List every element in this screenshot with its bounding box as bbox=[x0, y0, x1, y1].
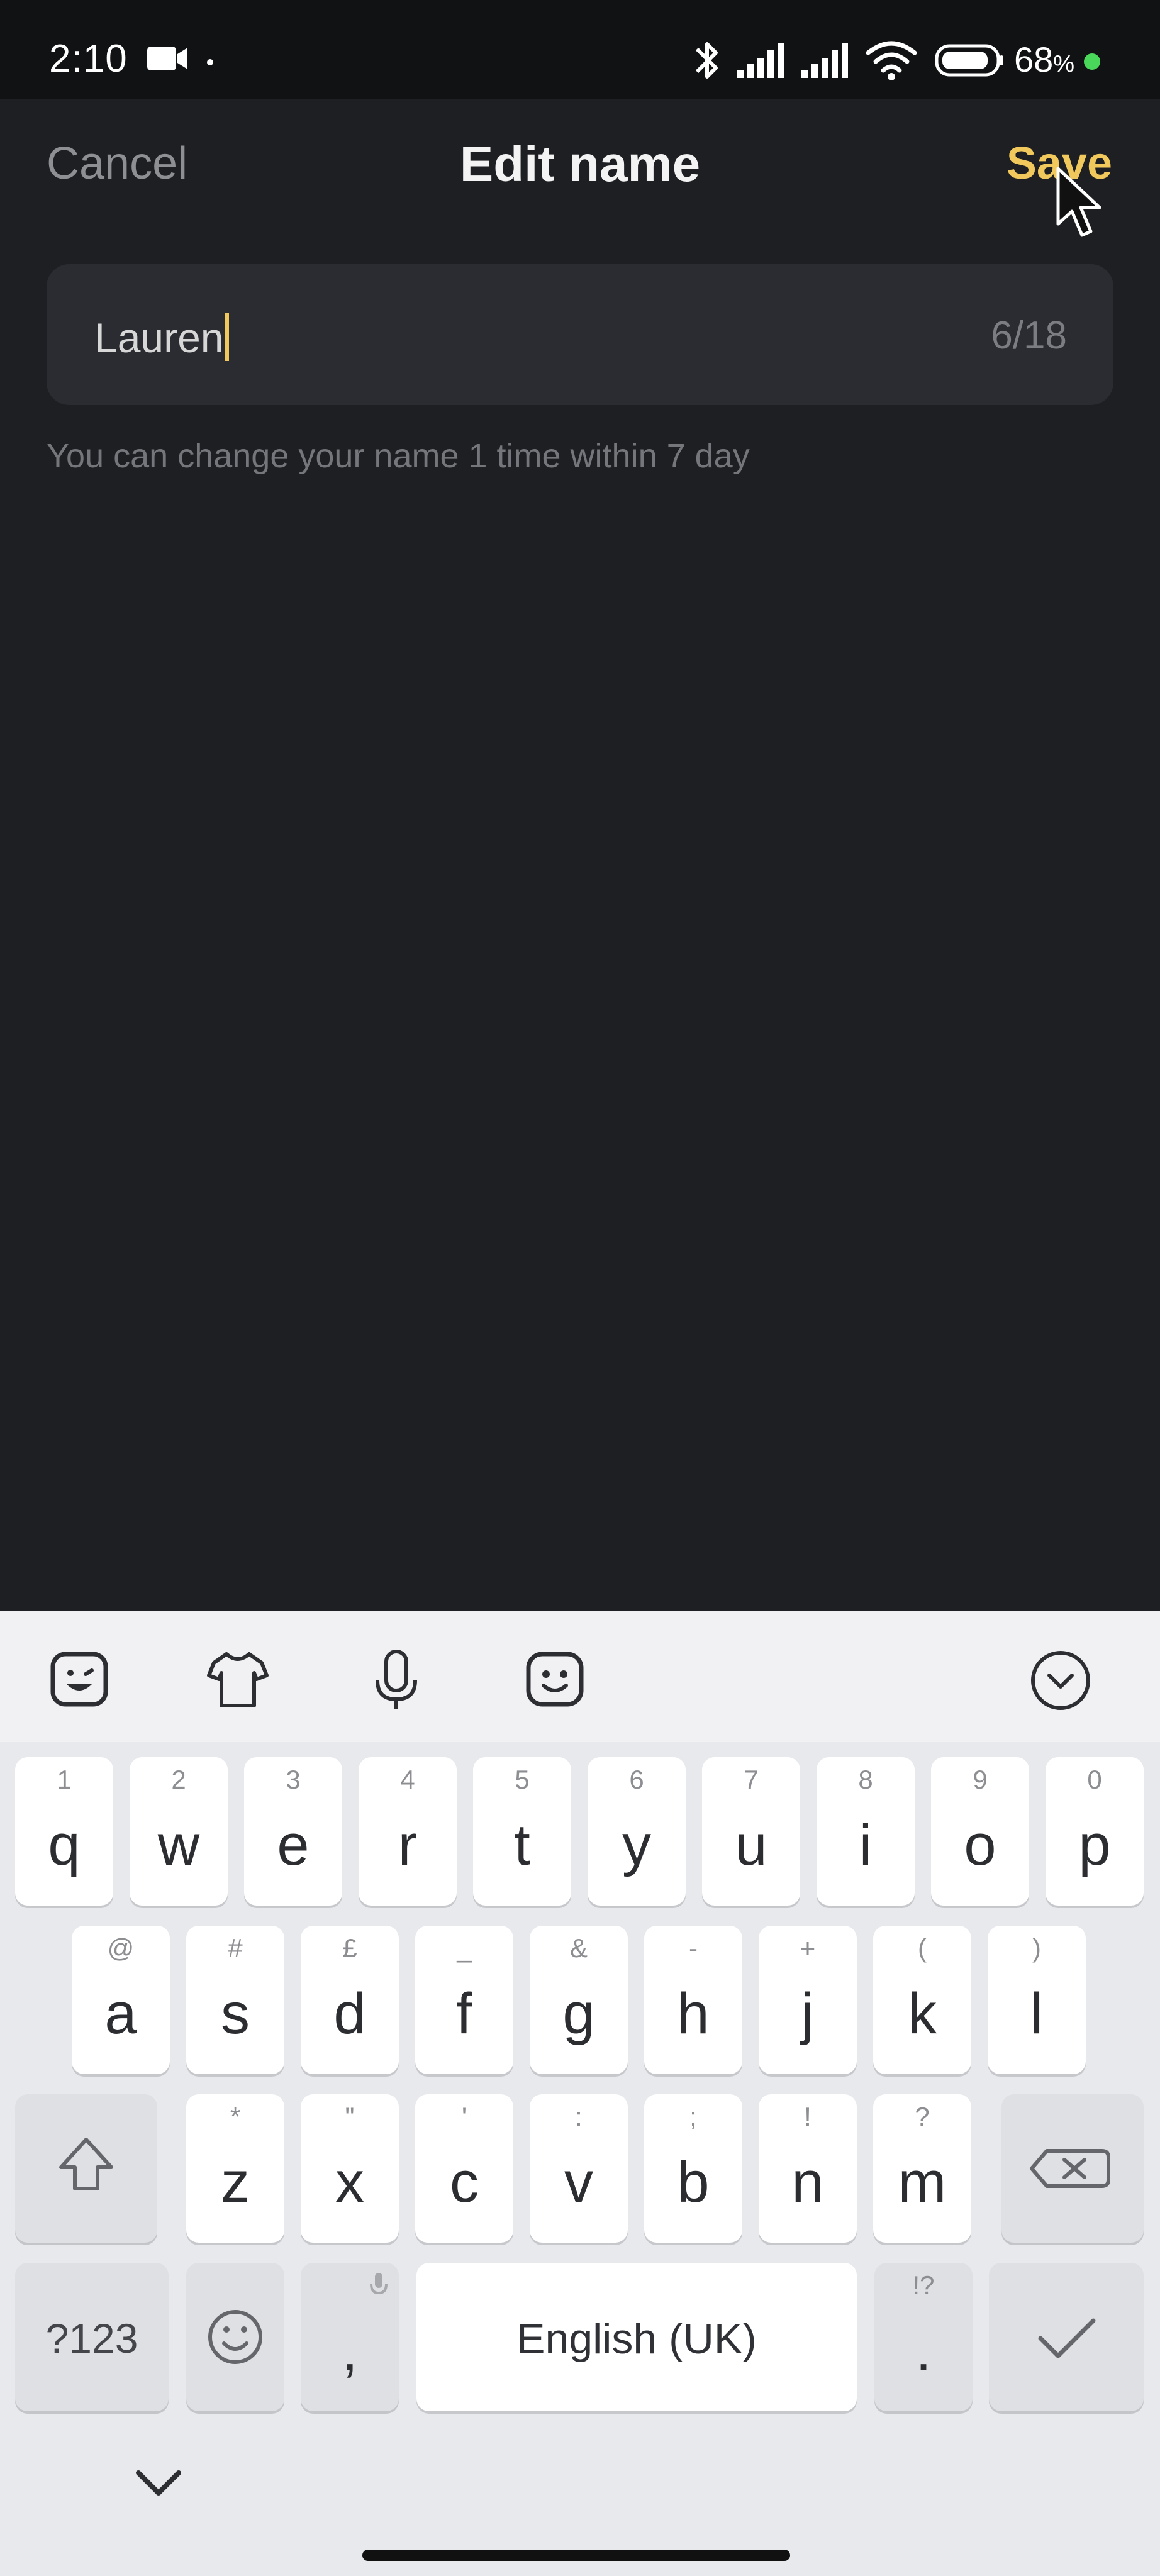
smiley-icon bbox=[208, 2310, 262, 2364]
key-t[interactable]: 5t bbox=[473, 1757, 571, 1906]
text-caret bbox=[225, 313, 229, 361]
symbols-key[interactable]: ?123 bbox=[15, 2263, 169, 2411]
battery-icon bbox=[935, 44, 1005, 80]
key-g[interactable]: & g bbox=[530, 1926, 628, 2074]
period-key[interactable]: !? . bbox=[874, 2263, 973, 2411]
key-r[interactable]: 4r bbox=[359, 1757, 457, 1906]
key-s[interactable]: # s bbox=[186, 1926, 284, 2074]
navigation-bar bbox=[0, 2426, 1160, 2576]
bluetooth-icon bbox=[692, 38, 722, 86]
key-a[interactable]: @ a bbox=[72, 1926, 170, 2074]
name-input-field[interactable]: Lauren 6/18 bbox=[47, 264, 1113, 405]
key-j[interactable]: + j bbox=[759, 1926, 857, 2074]
status-time: 2:10 bbox=[49, 37, 128, 80]
key-b[interactable]: ; b bbox=[644, 2094, 742, 2243]
key-l[interactable]: ) l bbox=[988, 1926, 1086, 2074]
notification-dot-icon bbox=[206, 58, 214, 69]
key-q[interactable]: 1q bbox=[15, 1757, 113, 1906]
key-f[interactable]: _ f bbox=[415, 1926, 513, 2074]
page-title: Edit name bbox=[459, 136, 701, 192]
key-m[interactable]: ? m bbox=[873, 2094, 971, 2243]
name-change-hint: You can change your name 1 time within 7… bbox=[47, 437, 750, 475]
key-w[interactable]: 2w bbox=[130, 1757, 228, 1906]
key-h[interactable]: -h bbox=[644, 1926, 742, 2074]
space-bar[interactable]: English (UK) bbox=[416, 2263, 857, 2411]
sticker-icon[interactable] bbox=[47, 1648, 112, 1713]
battery-percentage: 68% bbox=[1014, 40, 1075, 79]
status-bar: 2:10 68% bbox=[0, 0, 1160, 99]
wifi-icon bbox=[864, 38, 918, 85]
shift-arrow-icon bbox=[59, 2138, 113, 2190]
signal-icon bbox=[800, 42, 854, 82]
comma-key[interactable]: , bbox=[301, 2263, 399, 2411]
home-indicator[interactable] bbox=[362, 2550, 790, 2561]
checkmark-icon bbox=[1038, 2318, 1096, 2358]
key-z[interactable]: * z bbox=[186, 2094, 284, 2243]
enter-key[interactable] bbox=[989, 2263, 1144, 2411]
key-c[interactable]: ' c bbox=[415, 2094, 513, 2243]
key-d[interactable]: £ d bbox=[301, 1926, 399, 2074]
key-x[interactable]: " x bbox=[301, 2094, 399, 2243]
hide-keyboard-chevron-icon[interactable] bbox=[128, 2464, 189, 2504]
key-n[interactable]: ! n bbox=[759, 2094, 857, 2243]
key-k[interactable]: (k bbox=[873, 1926, 971, 2074]
name-input[interactable]: Lauren bbox=[94, 313, 229, 362]
video-camera-icon bbox=[146, 44, 190, 76]
key-v[interactable]: :v bbox=[530, 2094, 628, 2243]
backspace-key[interactable] bbox=[1001, 2094, 1144, 2243]
small-mic-icon bbox=[370, 2273, 388, 2295]
key-e[interactable]: 3e bbox=[244, 1757, 342, 1906]
key-o[interactable]: 9o bbox=[931, 1757, 1029, 1906]
mouse-pointer-icon bbox=[1056, 166, 1106, 242]
theme-shirt-icon[interactable] bbox=[205, 1648, 270, 1713]
backspace-icon bbox=[1030, 2149, 1110, 2188]
key-i[interactable]: 8i bbox=[817, 1757, 915, 1906]
signal-icon bbox=[736, 42, 790, 82]
emoji-key[interactable] bbox=[186, 2263, 284, 2411]
character-counter: 6/18 bbox=[991, 314, 1067, 357]
green-dot-icon bbox=[1083, 53, 1101, 74]
key-y[interactable]: 6y bbox=[588, 1757, 686, 1906]
app-header: Cancel Edit name Save bbox=[0, 99, 1160, 231]
key-p[interactable]: 0p bbox=[1046, 1757, 1144, 1906]
keyboard-toolbar bbox=[0, 1611, 1160, 1742]
key-u[interactable]: 7u bbox=[702, 1757, 800, 1906]
microphone-icon[interactable] bbox=[364, 1648, 429, 1713]
collapse-keyboard-icon[interactable] bbox=[1028, 1648, 1093, 1713]
emoji-icon[interactable] bbox=[522, 1648, 588, 1713]
shift-key[interactable] bbox=[15, 2094, 157, 2243]
